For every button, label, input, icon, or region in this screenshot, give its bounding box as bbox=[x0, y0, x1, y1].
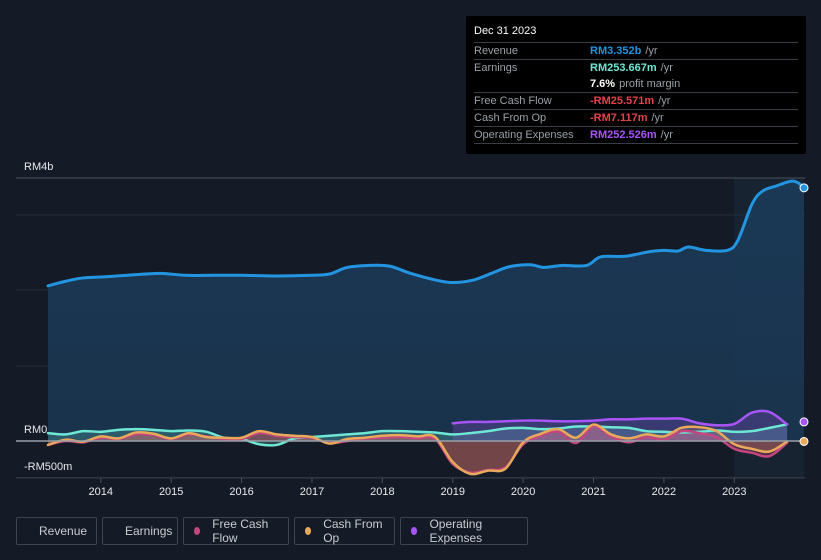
tooltip-value: -RM25.571m bbox=[590, 95, 655, 107]
revenue-area bbox=[48, 181, 804, 441]
tooltip-row-cash-from-op: Cash From Op -RM7.117m /yr bbox=[474, 110, 798, 127]
tooltip-row-free-cash-flow: Free Cash Flow -RM25.571m /yr bbox=[474, 93, 798, 110]
tooltip-label bbox=[474, 76, 590, 92]
revenue-endpoint bbox=[799, 183, 809, 193]
tooltip-value: 7.6% bbox=[590, 78, 616, 90]
x-tick-label: 2014 bbox=[89, 486, 113, 498]
legend-item-cash-from-op[interactable]: Cash From Op bbox=[294, 517, 395, 545]
tooltip-label: Free Cash Flow bbox=[474, 95, 552, 107]
tooltip-value: RM253.667m bbox=[590, 62, 657, 74]
tooltip-panel: Dec 31 2023 Revenue RM3.352b /yr Earning… bbox=[466, 16, 806, 154]
x-tick-label: 2015 bbox=[159, 486, 183, 498]
x-tick-label: 2017 bbox=[300, 486, 324, 498]
y-tick-label: RM4b bbox=[24, 161, 53, 173]
chart-legend: Revenue Earnings Free Cash Flow Cash Fro… bbox=[16, 517, 528, 545]
tooltip-unit: /yr bbox=[645, 45, 658, 57]
tooltip-unit: /yr bbox=[660, 62, 673, 74]
cash-from-op-endpoint bbox=[799, 436, 809, 446]
legend-item-operating-expenses[interactable]: Operating Expenses bbox=[400, 517, 528, 545]
legend-label: Earnings bbox=[125, 524, 173, 538]
y-tick-label: RM0 bbox=[24, 424, 47, 436]
tooltip-row-operating-expenses: Operating Expenses RM252.526m /yr bbox=[474, 127, 798, 144]
legend-label: Operating Expenses bbox=[429, 517, 483, 545]
legend-item-revenue[interactable]: Revenue bbox=[16, 517, 97, 545]
legend-label: Free Cash Flow bbox=[212, 517, 269, 545]
x-tick-label: 2023 bbox=[722, 486, 746, 498]
legend-label: Cash From Op bbox=[323, 517, 383, 545]
tooltip-label: Earnings bbox=[474, 62, 518, 74]
tooltip-unit: /yr bbox=[651, 112, 664, 124]
legend-item-free-cash-flow[interactable]: Free Cash Flow bbox=[183, 517, 289, 545]
tooltip-row-earnings: Earnings RM253.667m /yr bbox=[474, 60, 798, 76]
tooltip-value: RM3.352b bbox=[590, 45, 642, 57]
x-tick-label: 2021 bbox=[581, 486, 605, 498]
tooltip-unit: profit margin bbox=[619, 78, 681, 90]
tooltip-row-revenue: Revenue RM3.352b /yr bbox=[474, 43, 798, 60]
x-tick-label: 2020 bbox=[511, 486, 535, 498]
tooltip-unit: /yr bbox=[658, 95, 671, 107]
x-axis-labels: 2014 2015 2016 2017 2018 2019 2020 2021 2022 2023 bbox=[89, 477, 747, 498]
legend-item-earnings[interactable]: Earnings bbox=[102, 517, 178, 545]
operating-expenses-dot-icon bbox=[411, 527, 418, 535]
tooltip-date: Dec 31 2023 bbox=[474, 22, 798, 43]
tooltip-label: Revenue bbox=[474, 45, 519, 57]
tooltip-label: Cash From Op bbox=[474, 112, 547, 124]
operating-expenses-endpoint bbox=[799, 417, 809, 427]
tooltip-row-profit-margin: 7.6% profit margin bbox=[474, 76, 798, 93]
tooltip-value: RM252.526m bbox=[590, 129, 657, 141]
x-tick-label: 2016 bbox=[229, 486, 253, 498]
free-cash-flow-dot-icon bbox=[194, 527, 201, 535]
legend-label: Revenue bbox=[39, 524, 88, 538]
x-tick-label: 2022 bbox=[652, 486, 676, 498]
x-tick-label: 2019 bbox=[441, 486, 465, 498]
y-tick-label: -RM500m bbox=[24, 461, 72, 473]
x-tick-label: 2018 bbox=[370, 486, 394, 498]
tooltip-unit: /yr bbox=[660, 129, 673, 141]
cash-from-op-dot-icon bbox=[305, 527, 312, 535]
tooltip-label: Operating Expenses bbox=[474, 129, 574, 141]
tooltip-value: -RM7.117m bbox=[590, 112, 648, 124]
